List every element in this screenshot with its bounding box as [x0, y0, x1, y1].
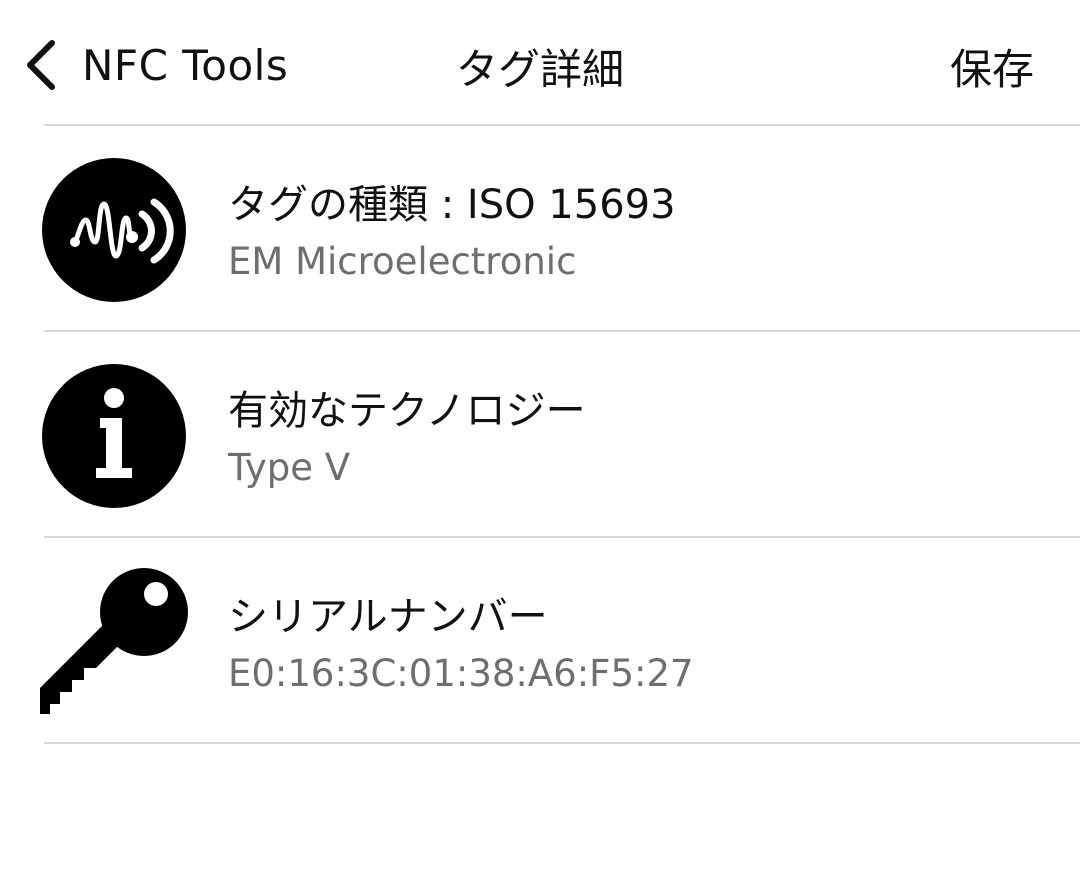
list-item-serial-number: シリアルナンバー E0:16:3C:01:38:A6:F5:27: [0, 538, 1080, 743]
serial-number-value: E0:16:3C:01:38:A6:F5:27: [228, 652, 694, 695]
tag-type-title: タグの種類 : ISO 15693: [228, 182, 676, 228]
tag-manufacturer-value: EM Microelectronic: [228, 240, 577, 283]
technologies-title: 有効なテクノロジー: [228, 388, 586, 434]
info-icon: [40, 362, 188, 510]
nfc-signal-icon: [40, 156, 188, 304]
save-button[interactable]: 保存: [950, 36, 1034, 97]
chevron-left-icon: [27, 40, 55, 90]
divider: [44, 742, 1080, 744]
technologies-value: Type V: [228, 446, 351, 489]
list-item-tag-type: タグの種類 : ISO 15693 EM Microelectronic: [0, 126, 1080, 331]
list-item-technologies: 有効なテクノロジー Type V: [0, 332, 1080, 537]
back-button-label: NFC Tools: [82, 40, 289, 90]
page-title: タグ詳細: [455, 45, 624, 94]
serial-number-title: シリアルナンバー: [228, 594, 548, 640]
navigation-bar: NFC Tools タグ詳細 保存: [0, 0, 1080, 125]
key-icon: [40, 568, 188, 716]
back-button[interactable]: NFC Tools: [20, 30, 288, 100]
